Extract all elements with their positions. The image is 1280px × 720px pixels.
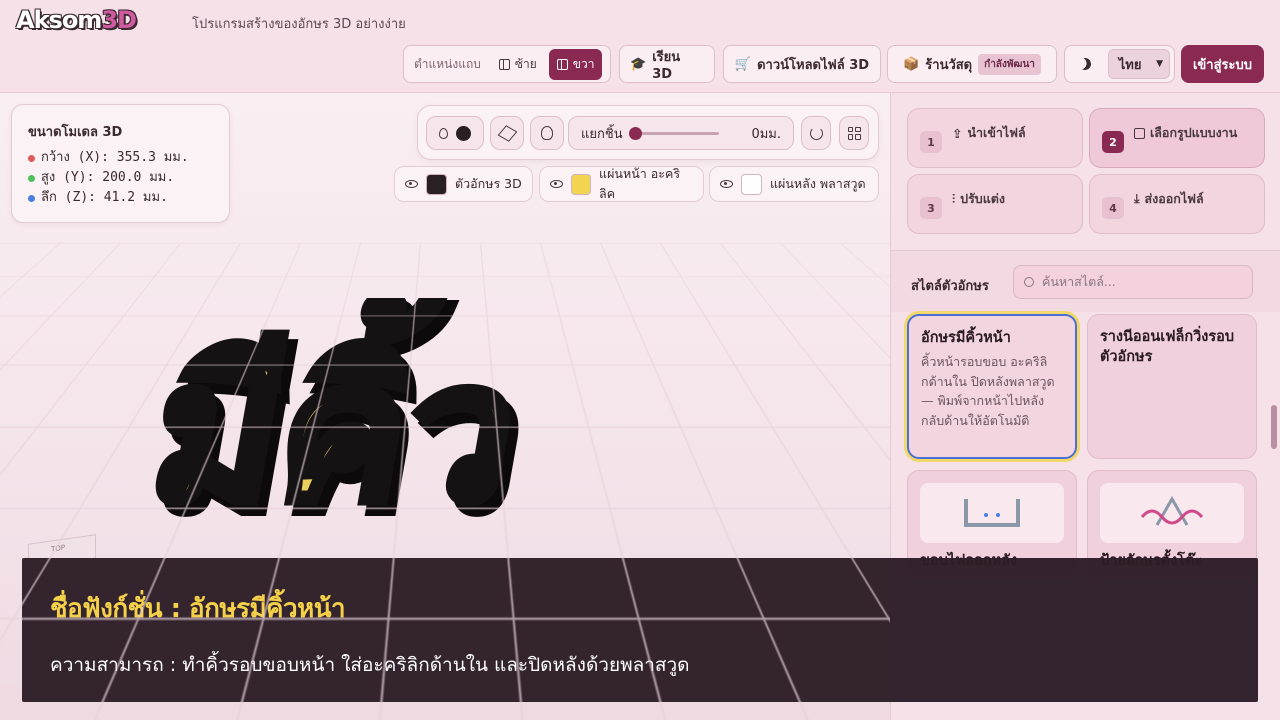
step-adjust[interactable]: 3 ⫶ ปรับแต่ง — [907, 174, 1083, 234]
bracket-icon — [962, 495, 1022, 531]
viewport-toolbar: แยกชิ้น 0มม. — [417, 105, 879, 160]
layer-swatch — [426, 174, 447, 195]
neon-letter-icon — [1137, 495, 1207, 531]
style-search-input[interactable]: ค้นหาสไตล์... — [1013, 265, 1253, 299]
view-3d-button[interactable] — [490, 116, 524, 150]
cube-icon — [497, 125, 517, 142]
download-icon: ⤓ — [1134, 191, 1140, 207]
step-select-style[interactable]: 2 เลือกรูปแบบงาน — [1089, 108, 1265, 168]
style-card-front-lip[interactable]: อักษรมีคิ้วหน้า คิ้วหน้ารอบขอบ อะคริลิกด… — [907, 314, 1077, 459]
chevron-down-icon: ▼ — [1156, 59, 1163, 69]
layer-swatch — [741, 174, 762, 195]
eye-icon — [720, 180, 733, 188]
back-light-thumbnail — [920, 483, 1064, 543]
grid-icon — [848, 127, 861, 140]
separate-value: 0มม. — [751, 123, 781, 144]
layer-swatch — [571, 174, 591, 195]
sidebar-position-label: ตำแหน่งแถบ — [408, 55, 487, 74]
step-import[interactable]: 1 ⇪ นำเข้าไฟล์ — [907, 108, 1083, 168]
dimension-z: ลึก (Z): 41.2 มม. — [28, 188, 213, 208]
slider-thumb[interactable] — [629, 127, 642, 140]
y-axis-dot — [28, 175, 35, 182]
layout-icon — [1134, 128, 1145, 139]
position-left-button[interactable]: ซ้าย — [491, 49, 545, 80]
dimension-y: สูง (Y): 200.0 มม. — [28, 168, 213, 188]
language-select[interactable]: ไทย ▼ — [1108, 49, 1170, 79]
style-card-neon-flex[interactable]: รางนีออนเฟล็กวิ่งรอบตัวอักษร — [1087, 314, 1257, 459]
eye-icon — [550, 180, 563, 188]
styles-header: สไตล์ตัวอักษร ค้นหาสไตล์... — [891, 250, 1280, 312]
download-files-button[interactable]: 🛒 ดาวน์โหลดไฟล์ 3D — [723, 45, 881, 83]
eye-icon — [405, 180, 418, 188]
svg-text:มีคิ้ว: มีคิ้ว — [137, 298, 540, 544]
layer-toggle-letters[interactable]: ตัวอักษร 3D — [394, 166, 533, 202]
graduation-cap-icon: 🎓 — [630, 57, 646, 72]
caption-title: ชื่อฟังก์ชั่น : อักษรมีคิ้วหน้า — [50, 588, 345, 629]
app-tagline: โปรแกรมสร้างของอักษร 3D อย่างง่าย — [192, 13, 406, 34]
box-icon: 📦 — [903, 57, 919, 72]
lightbulb-icon — [541, 126, 553, 140]
layer-toggle-front-acrylic[interactable]: แผ่นหน้า อะคริลิค — [539, 166, 704, 202]
upload-icon: ⇪ — [952, 126, 962, 141]
refresh-icon — [810, 127, 823, 140]
separate-parts-control: แยกชิ้น 0มม. — [568, 116, 794, 150]
styles-title: สไตล์ตัวอักษร — [911, 275, 989, 296]
reset-view-button[interactable] — [801, 116, 831, 150]
desk-sign-thumbnail — [1100, 483, 1244, 543]
color-swatch-icon — [456, 126, 471, 141]
feature-caption-overlay: ชื่อฟังก์ชั่น : อักษรมีคิ้วหน้า ความสามา… — [22, 558, 1258, 702]
position-right-button[interactable]: ขวา — [549, 49, 603, 80]
store-button[interactable]: 📦 ร้านวัสดุ กำลังพัฒนา — [887, 45, 1057, 83]
droplet-icon — [439, 128, 448, 139]
app-logo[interactable]: Aksom3D — [16, 6, 136, 34]
sliders-icon: ⫶ — [952, 191, 955, 207]
z-axis-dot — [28, 195, 35, 202]
cart-icon: 🛒 — [735, 57, 751, 72]
app-header: Aksom3D โปรแกรมสร้างของอักษร 3D อย่างง่า… — [0, 0, 1280, 93]
styles-scrollbar[interactable] — [1271, 405, 1277, 449]
dimension-x: กว้าง (X): 355.3 มม. — [28, 148, 213, 168]
search-icon — [1024, 277, 1034, 287]
panel-right-icon — [557, 59, 568, 70]
separate-label: แยกชิ้น — [581, 123, 623, 144]
store-dev-badge: กำลังพัฒนา — [978, 54, 1041, 75]
step-export[interactable]: 4 ⤓ ส่งออกไฟล์ — [1089, 174, 1265, 234]
material-color-toggle[interactable] — [426, 116, 484, 150]
x-axis-dot — [28, 155, 35, 162]
learn-3d-button[interactable]: 🎓 เรียน 3D — [619, 45, 715, 83]
caption-description: ความสามารถ : ทำคิ้วรอบขอบหน้า ใส่อะคริลิ… — [50, 650, 690, 680]
panel-left-icon — [499, 59, 510, 70]
dark-mode-toggle[interactable] — [1069, 50, 1102, 78]
3d-letter-model[interactable]: มีคิ้ว มีคิ้ว — [130, 298, 730, 598]
theme-language-group: ไทย ▼ — [1064, 45, 1175, 83]
layer-toggle-back-plaswood[interactable]: แผ่นหลัง พลาสวูด — [709, 166, 879, 202]
moon-icon — [1078, 56, 1093, 71]
login-button[interactable]: เข้าสู่ระบบ — [1181, 45, 1264, 83]
model-dimensions-panel: ขนาดโมเดล 3D กว้าง (X): 355.3 มม. สูง (Y… — [11, 104, 230, 223]
model-face: มีคิ้ว — [137, 298, 540, 544]
grid-toggle-button[interactable] — [839, 116, 869, 150]
dimensions-title: ขนาดโมเดล 3D — [28, 121, 213, 142]
sidebar-position-toggle: ตำแหน่งแถบ ซ้าย ขวา — [403, 45, 611, 83]
separate-slider[interactable] — [633, 132, 719, 135]
lighting-button[interactable] — [530, 116, 564, 150]
